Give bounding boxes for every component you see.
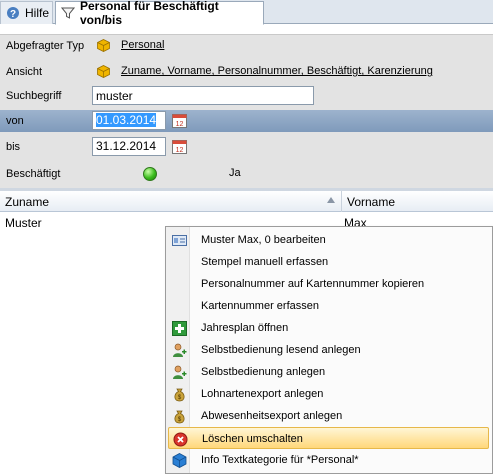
von-date-value: 01.03.2014 [96,113,157,127]
column-vorname-label: Vorname [347,194,396,209]
filter-row-von: von 01.03.2014 12 [0,110,493,132]
calendar-icon[interactable]: 12 [172,113,187,128]
column-header-vorname[interactable]: Vorname [342,191,493,212]
suchbegriff-label: Suchbegriff [6,90,62,102]
menu-item-label: Selbstbedienung lesend anlegen [201,344,361,356]
menu-item-label: Jahresplan öffnen [201,322,289,334]
filter-row-typ: Abgefragter Typ Personal [0,35,493,57]
tab-strip: ? Hilfe Personal für Beschäftigt von/bis [0,0,493,27]
ansicht-label: Ansicht [6,66,43,78]
plus-calendar-icon [172,321,187,336]
filter-panel: Abgefragter Typ Personal Ansicht Zuname,… [0,34,493,188]
tab-personal[interactable]: Personal für Beschäftigt von/bis [55,0,264,27]
von-label: von [6,115,24,127]
svg-text:12: 12 [176,121,184,128]
menu-item-selbstbedienung-lesend[interactable]: Selbstbedienung lesend anlegen [168,339,489,361]
menu-item-abwesenheitsexport[interactable]: $ Abwesenheitsexport anlegen [168,405,489,427]
filter-row-ansicht: Ansicht Zuname, Vorname, Personalnummer,… [0,61,493,83]
menu-item-info-textkategorie[interactable]: Info Textkategorie für *Personal* [168,449,489,471]
delete-circle-icon [173,432,188,447]
cube-icon [97,65,110,78]
tab-hilfe-label: Hilfe [25,6,50,20]
money-bag-icon: $ [174,410,185,424]
ansicht-value-link[interactable]: Zuname, Vorname, Personalnummer, Beschäf… [121,65,433,77]
bis-date-input[interactable]: 31.12.2014 [92,137,166,156]
menu-item-kartennummer[interactable]: Kartennummer erfassen [168,295,489,317]
help-icon: ? [6,6,20,20]
money-bag-icon: $ [174,388,185,402]
menu-item-loeschen-umschalten[interactable]: Löschen umschalten [168,427,489,449]
menu-item-selbstbedienung[interactable]: Selbstbedienung anlegen [168,361,489,383]
user-add-icon [173,365,187,379]
menu-item-stempel[interactable]: Stempel manuell erfassen [168,251,489,273]
menu-item-label: Selbstbedienung anlegen [201,366,326,378]
svg-text:12: 12 [176,147,184,154]
menu-item-bearbeiten[interactable]: Muster Max, 0 bearbeiten [168,229,489,251]
grid-header: Zuname Vorname [0,191,493,212]
beschaeftigt-label: Beschäftigt [6,168,61,180]
suchbegriff-input[interactable] [92,86,314,105]
filter-row-bis: bis 31.12.2014 12 [0,136,493,158]
menu-item-label: Muster Max, 0 bearbeiten [201,234,326,246]
menu-item-personalnummer-kopieren[interactable]: Personalnummer auf Kartennummer kopieren [168,273,489,295]
menu-item-label: Stempel manuell erfassen [201,256,329,268]
calendar-icon[interactable]: 12 [172,139,187,154]
von-date-input[interactable]: 01.03.2014 [92,111,166,130]
beschaeftigt-value: Ja [229,167,241,179]
filter-funnel-icon [61,6,75,20]
menu-item-label: Löschen umschalten [202,433,303,445]
sort-ascending-icon [327,197,335,203]
menu-item-jahresplan[interactable]: Jahresplan öffnen [168,317,489,339]
blue-cube-icon [172,453,187,468]
bis-label: bis [6,141,21,153]
svg-text:?: ? [10,9,16,20]
edit-card-icon [172,235,187,246]
typ-value-link[interactable]: Personal [121,39,164,51]
filter-row-beschaeftigt: Beschäftigt Ja [0,163,493,185]
cube-icon [97,39,110,52]
column-zuname-label: Zuname [5,194,50,209]
menu-item-lohnartenexport[interactable]: $ Lohnartenexport anlegen [168,383,489,405]
tab-personal-label: Personal für Beschäftigt von/bis [80,0,219,27]
menu-item-label: Abwesenheitsexport anlegen [201,410,343,422]
user-add-icon [173,343,187,357]
context-menu: Muster Max, 0 bearbeiten Stempel manuell… [165,226,493,474]
typ-label: Abgefragter Typ [6,40,85,52]
cell-zuname: Muster [5,216,42,230]
menu-item-label: Personalnummer auf Kartennummer kopieren [201,278,425,290]
bis-date-value: 31.12.2014 [96,139,157,153]
filter-row-suchbegriff: Suchbegriff [0,85,493,107]
menu-item-label: Kartennummer erfassen [201,300,319,312]
column-header-zuname[interactable]: Zuname [0,191,342,212]
menu-item-label: Info Textkategorie für *Personal* [201,454,359,466]
menu-item-label: Lohnartenexport anlegen [201,388,324,400]
tab-hilfe[interactable]: ? Hilfe [0,1,53,24]
status-green-icon[interactable] [143,167,157,181]
